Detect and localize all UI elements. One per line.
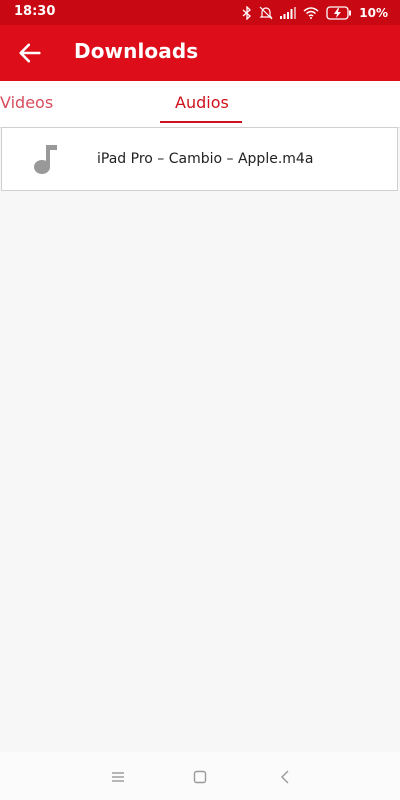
menu-icon[interactable]: [109, 768, 127, 786]
list-item[interactable]: iPad Pro – Cambio – Apple.m4a: [1, 127, 398, 191]
battery-icon: [326, 6, 352, 20]
tab-indicator: [160, 121, 242, 123]
battery-percentage: 10%: [359, 6, 388, 20]
app-bar: Downloads: [0, 25, 400, 81]
back-icon[interactable]: [276, 768, 294, 786]
silent-icon: [259, 6, 273, 20]
status-icons: 10%: [242, 4, 388, 22]
status-bar: 18:30 10%: [0, 0, 400, 25]
tab-bar: Videos Audios: [0, 81, 400, 128]
system-nav-bar: [0, 752, 400, 800]
tab-audios[interactable]: Audios: [175, 93, 229, 112]
page-title: Downloads: [74, 39, 199, 63]
status-time: 18:30: [14, 4, 56, 19]
signal-icon: [280, 7, 297, 19]
home-icon[interactable]: [191, 768, 209, 786]
wifi-icon: [303, 7, 319, 19]
tab-videos[interactable]: Videos: [0, 93, 53, 112]
music-note-icon: [34, 145, 57, 174]
file-name: iPad Pro – Cambio – Apple.m4a: [97, 151, 314, 167]
bluetooth-icon: [242, 6, 252, 20]
arrow-back-icon[interactable]: [16, 39, 44, 67]
